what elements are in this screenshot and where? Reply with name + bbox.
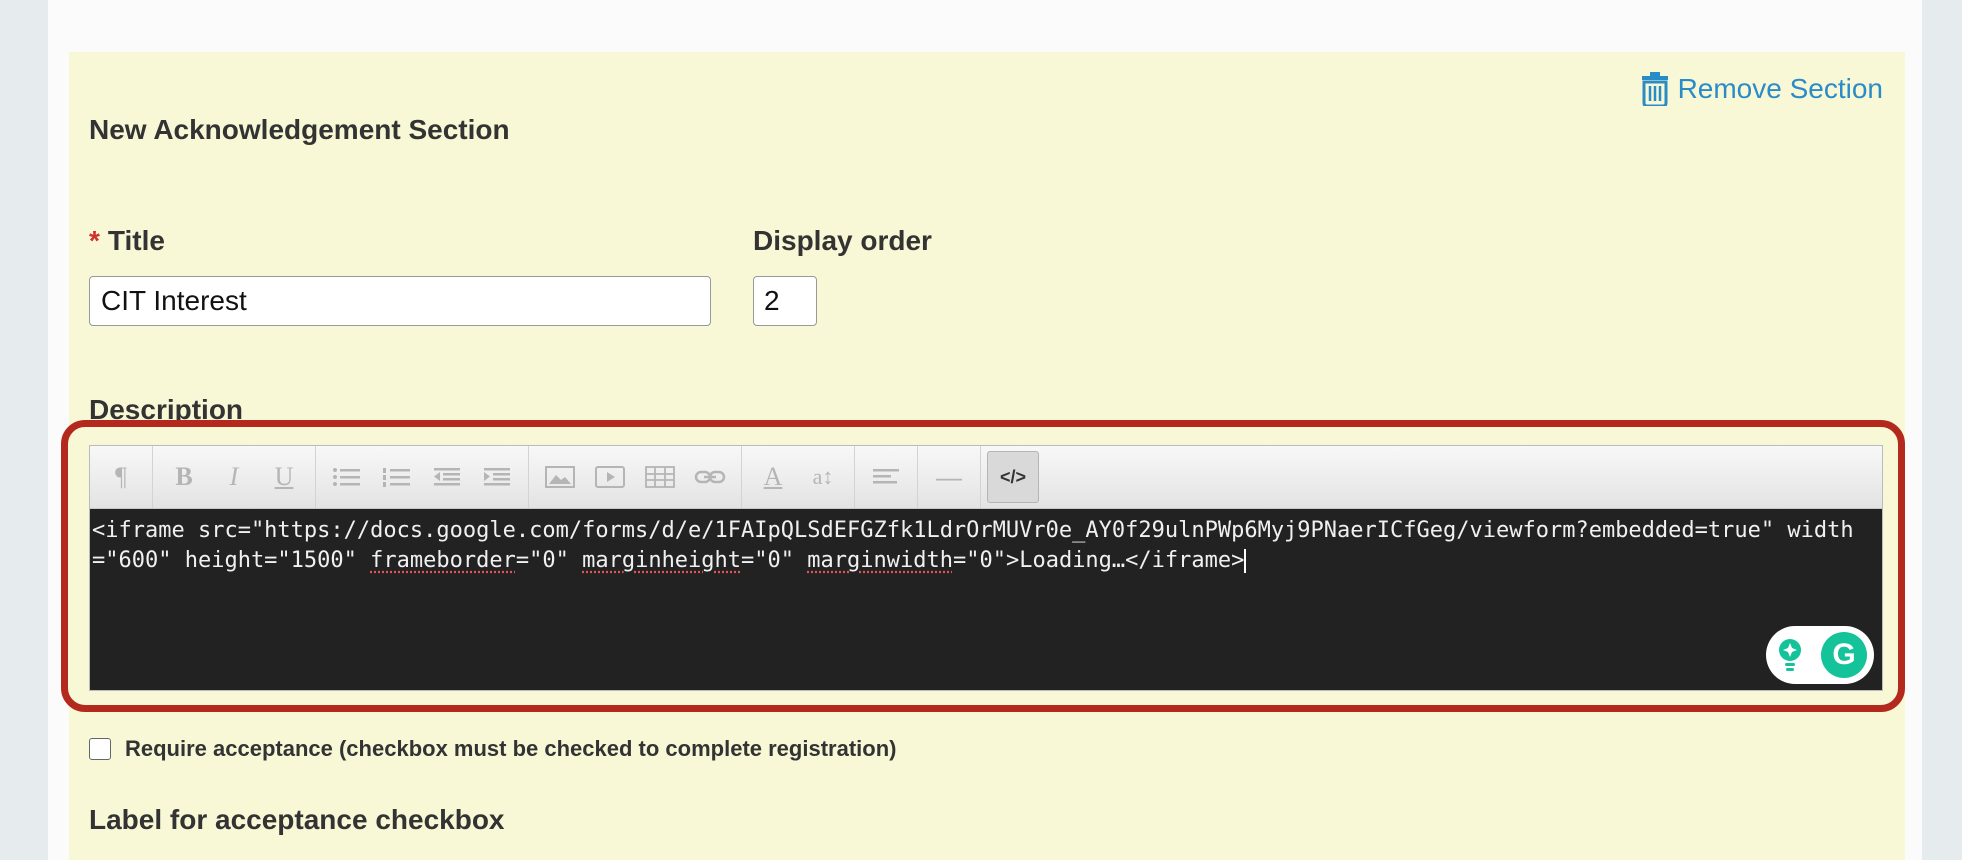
insert-link-button[interactable] <box>685 452 735 502</box>
require-acceptance-row: Require acceptance (checkbox must be che… <box>89 736 896 762</box>
acknowledgement-section: Remove Section New Acknowledgement Secti… <box>61 52 1905 860</box>
font-color-button[interactable]: A <box>748 452 798 502</box>
acceptance-label-heading: Label for acceptance checkbox <box>89 804 505 835</box>
ordered-list-button[interactable] <box>372 452 422 502</box>
insert-video-button[interactable] <box>585 452 635 502</box>
section-heading: New Acknowledgement Section <box>89 114 510 145</box>
remove-section-button[interactable]: Remove Section <box>1640 72 1883 106</box>
code-segment-misspelled: frameborder <box>370 548 516 573</box>
toolbar-group-insert <box>529 446 742 508</box>
toolbar-group-rule: — <box>918 446 981 508</box>
font-size-button[interactable]: a↕ <box>798 452 848 502</box>
outdent-button[interactable] <box>422 452 472 502</box>
rich-text-editor[interactable]: ¶ B I U A a↕ — </> <iframe src="https://… <box>89 445 1883 691</box>
toolbar-group-code: </> <box>981 446 1045 508</box>
indent-icon <box>484 468 510 486</box>
toolbar-group-format: ¶ <box>90 446 153 508</box>
ordered-list-icon <box>383 468 410 487</box>
unordered-list-icon <box>333 468 360 486</box>
title-label-text: Title <box>107 225 165 256</box>
unordered-list-button[interactable] <box>322 452 372 502</box>
text-cursor <box>1244 549 1247 573</box>
indent-button[interactable] <box>472 452 522 502</box>
toolbar-group-style: B I U <box>153 446 316 508</box>
require-acceptance-checkbox[interactable] <box>89 738 111 760</box>
trash-icon <box>1641 72 1668 106</box>
insert-table-button[interactable] <box>635 452 685 502</box>
editor-toolbar: ¶ B I U A a↕ — </> <box>90 446 1882 509</box>
paragraph-format-button[interactable]: ¶ <box>96 452 146 502</box>
code-segment: ="0" <box>741 548 808 573</box>
html-source-text[interactable]: <iframe src="https://docs.google.com/for… <box>92 516 1874 576</box>
code-segment: ="0">Loading…</iframe> <box>952 548 1245 573</box>
table-icon <box>645 466 675 488</box>
require-acceptance-label[interactable]: Require acceptance (checkbox must be che… <box>125 736 896 762</box>
display-order-label: Display order <box>753 225 932 256</box>
link-icon <box>694 470 726 484</box>
italic-button[interactable]: I <box>209 452 259 502</box>
title-input[interactable] <box>89 276 711 326</box>
remove-section-label[interactable]: Remove Section <box>1678 73 1883 105</box>
underline-button[interactable]: U <box>259 452 309 502</box>
display-order-input[interactable] <box>753 276 817 326</box>
html-code-toggle-button[interactable]: </> <box>987 451 1039 503</box>
align-left-icon <box>873 469 899 484</box>
bold-button[interactable]: B <box>159 452 209 502</box>
code-segment: ="0" <box>515 548 583 573</box>
video-icon <box>595 466 625 488</box>
grammarly-icon[interactable]: G <box>1821 632 1867 678</box>
code-segment-misspelled: marginwidth <box>807 548 953 573</box>
toolbar-group-lists <box>316 446 529 508</box>
image-icon <box>545 466 575 488</box>
align-button[interactable] <box>861 452 911 502</box>
grammarly-widget[interactable]: G <box>1766 626 1874 684</box>
code-segment-misspelled: marginheight <box>582 548 742 573</box>
lightbulb-icon[interactable] <box>1773 636 1807 674</box>
required-marker: * <box>89 225 100 256</box>
title-label: * Title <box>89 225 165 257</box>
toolbar-group-align <box>855 446 918 508</box>
outdent-icon <box>434 468 460 486</box>
horizontal-rule-button[interactable]: — <box>924 452 974 502</box>
toolbar-group-font: A a↕ <box>742 446 855 508</box>
insert-image-button[interactable] <box>535 452 585 502</box>
